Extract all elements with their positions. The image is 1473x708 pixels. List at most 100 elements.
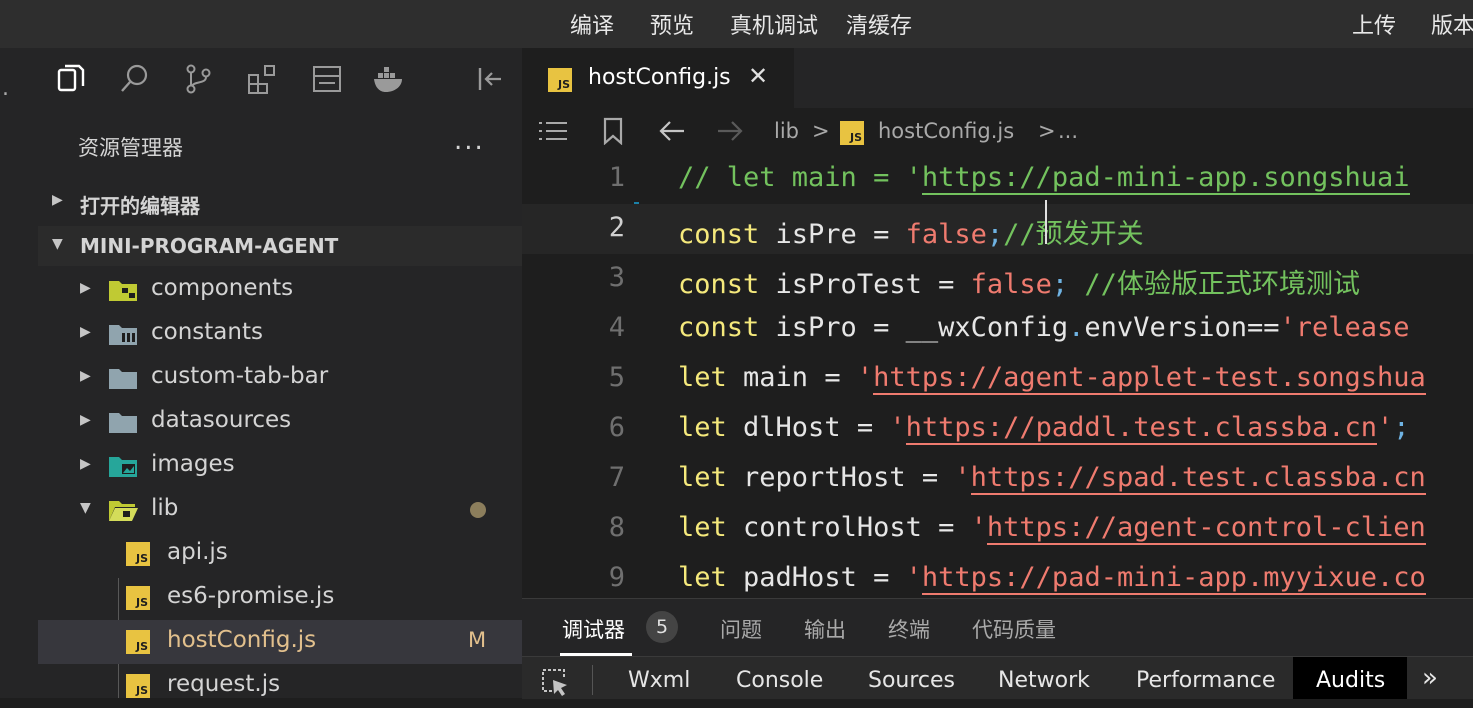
line-number: 4	[608, 312, 625, 343]
code-editor[interactable]: 1 // let main = 'https://pad-mini-app.son…	[522, 154, 1473, 598]
preview-button[interactable]: 预览	[650, 8, 694, 40]
code-token: =	[856, 412, 874, 443]
tree-item-request-js[interactable]: JS request.js	[38, 664, 522, 708]
list-icon[interactable]	[538, 119, 568, 143]
tab-code-quality[interactable]: 代码质量	[972, 614, 1056, 644]
code-token: '	[954, 462, 971, 493]
inspect-element-icon[interactable]	[540, 667, 570, 697]
tab-audits[interactable]: Audits	[1316, 668, 1385, 693]
forward-arrow-icon[interactable]	[716, 119, 744, 143]
open-editors-section[interactable]: ▶ 打开的编辑器	[38, 182, 522, 222]
explorer-title: 资源管理器	[78, 136, 183, 160]
code-token: const	[678, 312, 760, 343]
code-text: let controlHost = 'https://agent-control…	[678, 512, 1426, 545]
tab-sources[interactable]: Sources	[868, 668, 955, 693]
clear-cache-button[interactable]: 清缓存	[846, 8, 912, 40]
breadcrumb-separator: >	[1038, 119, 1056, 143]
code-line[interactable]: 7 let reportHost = 'https://spad.test.cla…	[522, 454, 1473, 504]
layout-icon[interactable]	[310, 62, 344, 96]
code-text: let reportHost = 'https://spad.test.clas…	[678, 462, 1426, 495]
bookmark-icon[interactable]	[602, 117, 624, 145]
chevron-down-icon: ▼	[52, 236, 63, 252]
code-token: '	[1377, 412, 1394, 443]
more-actions-button[interactable]: ...	[454, 126, 485, 156]
breadcrumb-more[interactable]: ...	[1058, 119, 1078, 143]
real-device-debug-button[interactable]: 真机调试	[730, 8, 818, 40]
tree-item-datasources[interactable]: ▶ datasources	[38, 400, 522, 444]
text-cursor	[1045, 200, 1047, 244]
tab-debugger[interactable]: 调试器	[562, 614, 625, 644]
constants-folder-icon	[109, 325, 137, 345]
code-line[interactable]: 5 let main = 'https://agent-applet-test.s…	[522, 354, 1473, 404]
tree-item-api-js[interactable]: JS api.js	[38, 532, 522, 576]
search-icon[interactable]	[118, 62, 152, 96]
tab-problems[interactable]: 问题	[720, 614, 762, 644]
code-token: '	[889, 412, 906, 443]
extensions-icon[interactable]	[246, 62, 280, 96]
tree-item-components[interactable]: ▶ components	[38, 268, 522, 312]
back-arrow-icon[interactable]	[658, 119, 686, 143]
code-text: let main = 'https://agent-applet-test.so…	[678, 362, 1426, 395]
docker-icon[interactable]	[372, 62, 406, 96]
js-file-icon: JS	[126, 586, 150, 610]
code-token: //预发开关	[1003, 219, 1144, 250]
tab-performance[interactable]: Performance	[1136, 668, 1275, 693]
code-token: =	[938, 269, 955, 300]
bottom-panel-tabs: 调试器 5 问题 输出 终端 代码质量	[522, 598, 1473, 657]
tab-network[interactable]: Network	[998, 668, 1090, 693]
code-line[interactable]: 6 let dlHost = 'https://paddl.test.classb…	[522, 404, 1473, 454]
tree-item-lib[interactable]: ▼ lib	[38, 488, 522, 532]
modified-dot-icon	[470, 502, 486, 518]
tree-item-constants[interactable]: ▶ constants	[38, 312, 522, 356]
compile-button[interactable]: 编译	[570, 8, 614, 40]
tree-item-label: lib	[151, 495, 179, 521]
code-line[interactable]: 9 let padHost = 'https://pad-mini-app.myy…	[522, 554, 1473, 598]
breadcrumb-separator: >	[812, 119, 830, 143]
code-token: https://pad-mini-app.songshuai	[921, 162, 1410, 195]
code-text: // let main = 'https://pad-mini-app.song…	[678, 162, 1410, 195]
line-number: 5	[608, 362, 625, 393]
tree-item-hostconfig-js[interactable]: fileJS hostConfig.js M	[38, 620, 522, 664]
line-number: 8	[608, 512, 625, 543]
files-icon[interactable]	[54, 62, 88, 96]
code-token: '	[856, 362, 874, 393]
explorer-sidebar: 资源管理器 ... ▶ 打开的编辑器 ▼ MINI-PROGRAM-AGENT …	[38, 48, 522, 698]
tree-item-label: components	[151, 275, 294, 301]
code-line[interactable]: 1 // let main = 'https://pad-mini-app.son…	[522, 154, 1473, 204]
lib-folder-open-icon	[109, 501, 138, 521]
collapse-sidebar-icon[interactable]	[474, 62, 508, 96]
tree-item-es6-promise-js[interactable]: JS es6-promise.js	[38, 576, 522, 620]
code-line[interactable]: 3 const isProTest = false; //体验版正式环境测试	[522, 254, 1473, 304]
tab-hostconfig-js[interactable]: JS hostConfig.js ✕	[522, 48, 794, 108]
source-control-icon[interactable]	[182, 62, 216, 96]
code-line[interactable]: 2 const isPre = false;//预发开关	[522, 204, 1473, 254]
code-line[interactable]: 8 let controlHost = 'https://agent-contro…	[522, 504, 1473, 554]
more-tabs-icon[interactable]: »	[1422, 663, 1438, 693]
count-badge: 5	[646, 611, 678, 643]
tree-item-custom-tab-bar[interactable]: ▶ custom-tab-bar	[38, 356, 522, 400]
code-text: const isProTest = false; //体验版正式环境测试	[678, 262, 1360, 301]
tab-console[interactable]: Console	[736, 668, 823, 693]
tree-item-images[interactable]: ▶ images	[38, 444, 522, 488]
code-token: isProTest	[759, 269, 939, 300]
tab-wxml[interactable]: Wxml	[628, 668, 690, 693]
code-token: =	[921, 462, 939, 493]
upload-button[interactable]: 上传	[1352, 8, 1396, 40]
version-button[interactable]: 版本	[1431, 8, 1473, 40]
breadcrumb-file[interactable]: hostConfig.js	[878, 119, 1014, 143]
left-strip: .	[0, 48, 39, 698]
breadcrumb-folder[interactable]: lib	[774, 119, 799, 143]
code-line[interactable]: 4 const isPro = __wxConfig.envVersion=='r…	[522, 304, 1473, 354]
modified-status-badge: M	[468, 628, 487, 652]
code-token: =	[824, 362, 841, 393]
tab-output[interactable]: 输出	[804, 614, 846, 644]
tab-terminal[interactable]: 终端	[888, 614, 930, 644]
chevron-down-icon: ▼	[80, 500, 91, 516]
project-section[interactable]: ▼ MINI-PROGRAM-AGENT	[38, 226, 522, 266]
js-file-icon: fileJS	[126, 630, 150, 654]
close-icon[interactable]: ✕	[748, 62, 768, 90]
code-token: dlHost	[726, 412, 857, 443]
tree-item-label: datasources	[151, 407, 292, 433]
